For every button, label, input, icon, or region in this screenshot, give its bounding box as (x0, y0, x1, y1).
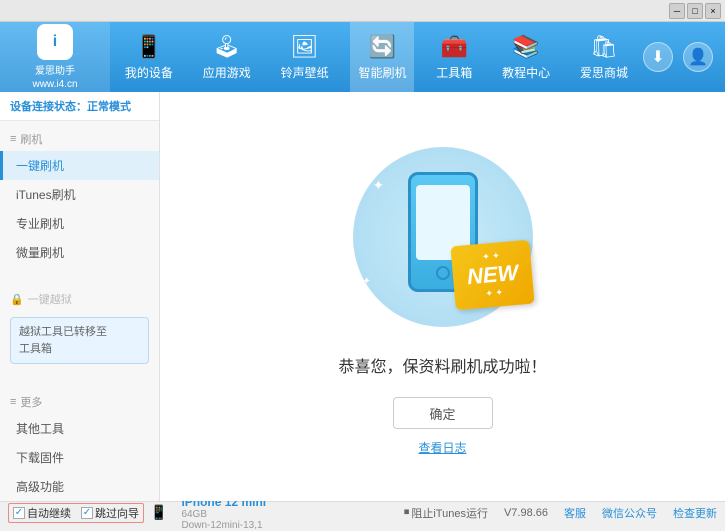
dfu-flash-label: 微量刷机 (16, 244, 64, 261)
flash-header-label: 刷机 (20, 131, 42, 147)
device-model: Down-12mini-13,1 (181, 520, 266, 531)
nav-apps-games[interactable]: 🕹 应用游戏 (195, 22, 259, 92)
jailbreak-header: 🔒 一键越狱 (0, 287, 159, 311)
auto-continue-checkbox[interactable]: ✓ 自动继续 (13, 505, 71, 521)
sparkle-2: ✦ (494, 157, 502, 168)
flash-section: ≡ 刷机 一键刷机 iTunes刷机 专业刷机 微量刷机 (0, 121, 159, 273)
toolbox-label: 工具箱 (436, 64, 472, 81)
auto-continue-label: 自动继续 (27, 505, 71, 521)
stop-itunes-btn[interactable]: ⏹ 阻止iTunes运行 (404, 505, 488, 521)
more-section: ≡ 更多 其他工具 下载固件 高级功能 (0, 384, 159, 501)
maximize-btn[interactable]: □ (687, 3, 703, 19)
minimize-btn[interactable]: ─ (669, 3, 685, 19)
ringtones-label: 铃声壁纸 (281, 64, 329, 81)
status-label: 设备连接状态： (10, 101, 87, 113)
content-area: ✦ ✦ ✦ ✦ ✦ NEW ✦ ✦ 恭喜您，保资料刷机成功啦！ 确定 查看日志 (160, 92, 725, 501)
jailbreak-notice-text: 越狱工具已转移至工具箱 (19, 326, 107, 355)
sparkle-1: ✦ (373, 177, 385, 194)
view-log-label: 查看日志 (418, 441, 466, 455)
store-label: 爱思商城 (580, 64, 628, 81)
auto-continue-cb-box[interactable]: ✓ (13, 507, 25, 519)
main-wrapper: 设备连接状态：正常模式 ≡ 刷机 一键刷机 iTunes刷机 专业刷机 微量刷机 (0, 92, 725, 501)
skip-wizard-cb-box[interactable]: ✓ (81, 507, 93, 519)
success-illustration: ✦ ✦ ✦ ✦ ✦ NEW ✦ ✦ (343, 137, 543, 337)
device-storage: 64GB (181, 509, 266, 520)
sidebar: 设备连接状态：正常模式 ≡ 刷机 一键刷机 iTunes刷机 专业刷机 微量刷机 (0, 92, 160, 501)
jailbreak-notice: 越狱工具已转移至工具箱 (10, 317, 149, 364)
my-device-icon: 📱 (135, 34, 162, 60)
success-text: 恭喜您，保资料刷机成功啦！ (338, 353, 546, 377)
nav-store[interactable]: 🛍 爱思商城 (572, 22, 636, 92)
download-firmware-label: 下载固件 (16, 449, 64, 466)
nav-bar: 📱 我的设备 🕹 应用游戏 🖼 铃声壁纸 🔄 智能刷机 🧰 工具箱 📚 教程中心… (110, 22, 643, 92)
sidebar-item-dfu-flash[interactable]: 微量刷机 (0, 238, 159, 267)
apps-games-icon: 🕹 (213, 34, 241, 60)
close-btn[interactable]: × (705, 3, 721, 19)
download-btn[interactable]: ⬇ (643, 42, 673, 72)
logo-name: 爱思助手 (35, 62, 75, 77)
flash-header: ≡ 刷机 (0, 127, 159, 151)
other-tools-label: 其他工具 (16, 420, 64, 437)
more-header-icon: ≡ (10, 396, 16, 408)
nav-my-device[interactable]: 📱 我的设备 (117, 22, 181, 92)
sparkle-3: ✦ (363, 276, 371, 287)
my-device-label: 我的设备 (125, 64, 173, 81)
bottom-right: ⏹ 阻止iTunes运行 V7.98.66 客服 微信公众号 检查更新 (404, 505, 717, 521)
nav-ringtones[interactable]: 🖼 铃声壁纸 (273, 22, 337, 92)
sidebar-item-download-firmware[interactable]: 下载固件 (0, 443, 159, 472)
pro-flash-label: 专业刷机 (16, 215, 64, 232)
more-header: ≡ 更多 (0, 390, 159, 414)
bottom-bar: ✓ 自动继续 ✓ 跳过向导 📱 iPhone 12 mini 64GB Down… (0, 501, 725, 523)
header: i 爱思助手 www.i4.cn 📱 我的设备 🕹 应用游戏 🖼 铃声壁纸 🔄 … (0, 22, 725, 92)
checkbox-group: ✓ 自动继续 ✓ 跳过向导 (8, 503, 144, 523)
sidebar-item-one-click-flash[interactable]: 一键刷机 (0, 151, 159, 180)
flash-header-icon: ≡ (10, 133, 16, 145)
tutorial-icon: 📚 (512, 34, 539, 60)
sidebar-item-other-tools[interactable]: 其他工具 (0, 414, 159, 443)
nav-tutorial[interactable]: 📚 教程中心 (494, 22, 558, 92)
advanced-label: 高级功能 (16, 478, 64, 495)
confirm-button[interactable]: 确定 (393, 397, 493, 429)
more-header-label: 更多 (20, 394, 42, 410)
toolbox-icon: 🧰 (441, 34, 468, 60)
nav-right-buttons: ⬇ 👤 (643, 42, 725, 72)
device-icon: 📱 (150, 504, 167, 521)
view-log-link[interactable]: 查看日志 (418, 439, 466, 456)
new-ribbon: ✦ ✦ NEW ✦ ✦ (451, 240, 536, 311)
itunes-flash-label: iTunes刷机 (16, 186, 76, 203)
logo-url: www.i4.cn (32, 79, 77, 90)
tutorial-label: 教程中心 (502, 64, 550, 81)
status-bar: 设备连接状态：正常模式 (0, 92, 159, 121)
jailbreak-label: 一键越狱 (28, 291, 72, 307)
sidebar-item-itunes-flash[interactable]: iTunes刷机 (0, 180, 159, 209)
title-bar: ─ □ × (0, 0, 725, 22)
ringtones-icon: 🖼 (291, 34, 319, 60)
skip-wizard-checkbox[interactable]: ✓ 跳过向导 (81, 505, 139, 521)
jailbreak-section: 🔒 一键越狱 越狱工具已转移至工具箱 (0, 281, 159, 376)
wechat-link[interactable]: 微信公众号 (602, 505, 657, 521)
stop-itunes-icon: ⏹ (404, 506, 410, 519)
version-text: V7.98.66 (504, 507, 548, 519)
confirm-label: 确定 (429, 404, 455, 423)
smart-store-label: 智能刷机 (358, 64, 406, 81)
user-btn[interactable]: 👤 (683, 42, 713, 72)
one-click-flash-label: 一键刷机 (16, 157, 64, 174)
logo[interactable]: i 爱思助手 www.i4.cn (0, 22, 110, 92)
new-badge-text: NEW (466, 260, 519, 290)
apps-games-label: 应用游戏 (203, 64, 251, 81)
sidebar-item-advanced[interactable]: 高级功能 (0, 472, 159, 501)
smart-store-icon: 🔄 (369, 34, 396, 60)
logo-icon: i (37, 24, 73, 60)
jailbreak-icon: 🔒 (10, 293, 24, 306)
nav-toolbox[interactable]: 🧰 工具箱 (428, 22, 480, 92)
phone-home-btn (436, 266, 450, 280)
skip-wizard-label: 跳过向导 (95, 505, 139, 521)
check-update-link[interactable]: 检查更新 (673, 505, 717, 521)
store-icon: 🛍 (590, 34, 618, 60)
nav-smart-store[interactable]: 🔄 智能刷机 (350, 22, 414, 92)
stop-itunes-label: 阻止iTunes运行 (411, 505, 488, 521)
status-value: 正常模式 (87, 101, 131, 113)
sidebar-item-pro-flash[interactable]: 专业刷机 (0, 209, 159, 238)
service-link[interactable]: 客服 (564, 505, 586, 521)
